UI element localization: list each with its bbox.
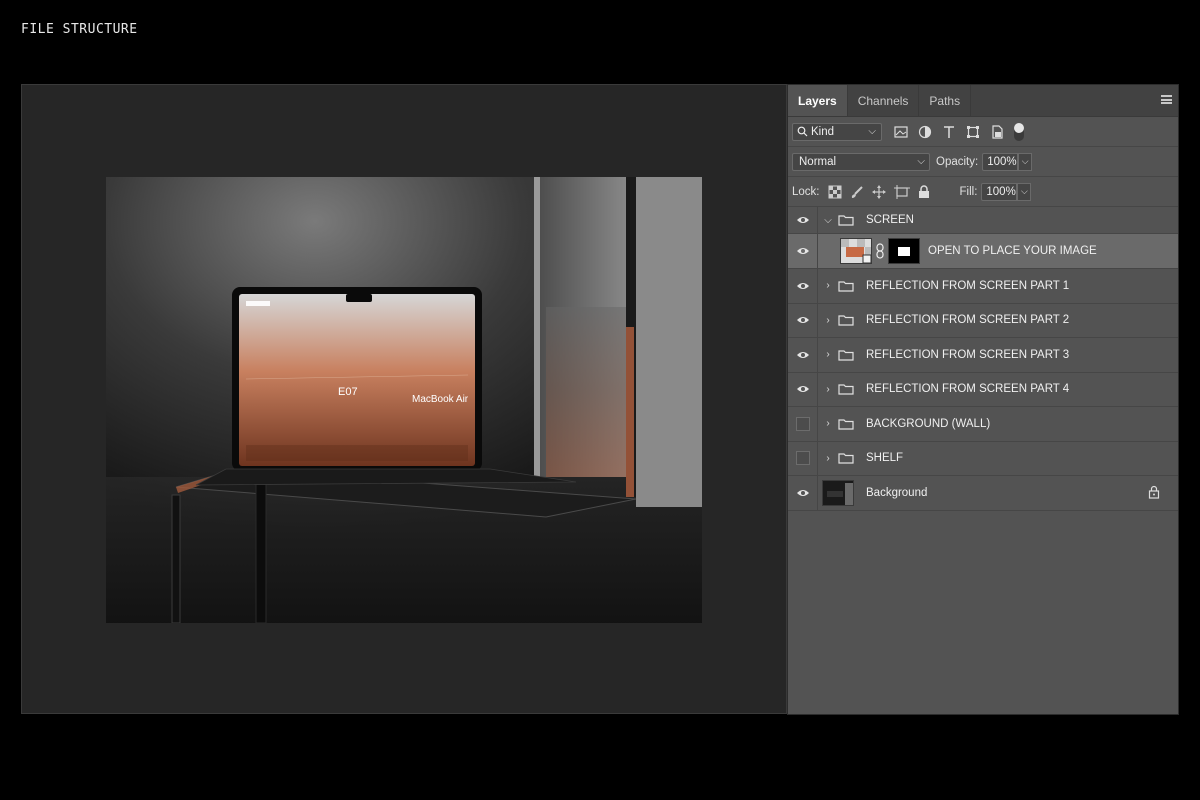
screen-product-text: MacBook Air <box>412 394 469 405</box>
screen-model-text: E07 <box>338 386 358 398</box>
visibility-toggle[interactable] <box>788 269 818 303</box>
folder-icon <box>838 215 854 226</box>
layer-name: SCREEN <box>866 214 914 226</box>
eye-icon <box>796 351 809 358</box>
layer-shelf[interactable]: › SHELF <box>788 441 1178 476</box>
tab-channels[interactable]: Channels <box>848 85 920 116</box>
layer-name: SHELF <box>866 452 904 465</box>
adjustment-filter-icon[interactable] <box>916 123 934 141</box>
page-label: FILE STRUCTURE <box>21 22 138 37</box>
layer-name: REFLECTION FROM SCREEN PART 3 <box>866 348 1070 361</box>
layer-name: OPEN TO PLACE YOUR IMAGE <box>928 245 1097 257</box>
visibility-toggle[interactable] <box>788 441 818 475</box>
artboard-icon[interactable] <box>893 184 910 199</box>
chevron-right-icon[interactable]: › <box>822 280 834 291</box>
visibility-toggle[interactable] <box>788 407 818 441</box>
visibility-toggle[interactable] <box>788 234 818 268</box>
search-icon <box>797 126 808 137</box>
hidden-visibility-box <box>795 451 810 466</box>
visibility-toggle[interactable] <box>788 303 818 337</box>
layer-mask-thumbnail[interactable] <box>888 238 920 264</box>
chevron-right-icon[interactable]: › <box>822 384 834 395</box>
opacity-input[interactable]: 100% <box>982 152 1019 171</box>
eye-icon <box>796 217 809 223</box>
lock-transparent-pixels-icon[interactable] <box>828 185 842 199</box>
layer-name: Background <box>866 486 928 499</box>
layer-screen-group[interactable]: ⌵ SCREEN <box>788 207 1178 234</box>
folder-icon <box>838 350 854 361</box>
smart-object-filter-icon[interactable] <box>988 123 1006 141</box>
chevron-right-icon[interactable]: › <box>822 349 834 360</box>
tab-paths[interactable]: Paths <box>919 85 972 116</box>
layer-reflection-part-1[interactable]: › REFLECTION FROM SCREEN PART 1 <box>788 269 1178 304</box>
visibility-toggle[interactable] <box>788 476 818 510</box>
tab-layers[interactable]: Layers <box>788 85 848 116</box>
fill-input[interactable]: 100% <box>981 182 1018 201</box>
mockup-scene: E07 MacBook Air <box>106 177 702 623</box>
layer-name: REFLECTION FROM SCREEN PART 4 <box>866 383 1070 396</box>
blend-mode-select[interactable]: Normal ⌵ <box>792 152 930 171</box>
layer-reflection-part-4[interactable]: › REFLECTION FROM SCREEN PART 4 <box>788 372 1178 407</box>
eye-icon <box>796 248 809 254</box>
layer-thumbnail <box>840 238 872 264</box>
eye-icon <box>796 489 809 496</box>
panel-tabbar: Layers Channels Paths <box>788 85 1178 117</box>
visibility-toggle[interactable] <box>788 207 818 233</box>
layers-panel: Layers Channels Paths Kind ⌵ Normal ⌵ Op… <box>787 84 1179 715</box>
blend-row: Normal ⌵ Opacity: 100% ⌵ <box>788 147 1178 177</box>
filter-toggle[interactable] <box>1014 122 1024 141</box>
chevron-right-icon[interactable]: › <box>822 453 834 464</box>
shape-filter-icon[interactable] <box>964 123 982 141</box>
visibility-toggle[interactable] <box>788 372 818 406</box>
kind-filter-select[interactable]: Kind ⌵ <box>792 122 882 141</box>
layer-background-wall[interactable]: › BACKGROUND (WALL) <box>788 407 1178 442</box>
laptop-screen <box>239 294 475 466</box>
opacity-dropdown-button[interactable]: ⌵ <box>1018 152 1033 171</box>
layers-list: ⌵ SCREEN OPEN TO PLACE YOUR IMAGE › REFL… <box>788 207 1178 511</box>
fill-label: Fill: <box>959 185 978 198</box>
layer-name: REFLECTION FROM SCREEN PART 2 <box>866 314 1070 327</box>
layer-name: REFLECTION FROM SCREEN PART 1 <box>866 279 1070 292</box>
lock-all-icon[interactable] <box>918 184 930 199</box>
eye-icon <box>796 386 809 393</box>
lock-label: Lock: <box>792 185 820 198</box>
folder-icon <box>838 384 854 395</box>
filter-row: Kind ⌵ <box>788 117 1178 147</box>
move-icon[interactable] <box>871 184 886 199</box>
layer-reflection-part-2[interactable]: › REFLECTION FROM SCREEN PART 2 <box>788 303 1178 338</box>
chevron-down-icon: ⌵ <box>868 125 876 137</box>
opacity-label: Opacity: <box>936 155 979 168</box>
chevron-down-icon[interactable]: ⌵ <box>822 215 834 226</box>
hidden-visibility-box <box>795 416 810 431</box>
panel-menu-icon[interactable] <box>1161 95 1172 104</box>
kind-filter-label: Kind <box>811 125 835 138</box>
chevron-down-icon: ⌵ <box>917 155 925 167</box>
chevron-right-icon[interactable]: › <box>822 315 834 326</box>
folder-icon <box>838 281 854 292</box>
blend-mode-value: Normal <box>799 155 837 168</box>
lock-icon[interactable] <box>1148 485 1160 499</box>
eye-icon <box>796 317 809 324</box>
type-filter-icon[interactable] <box>940 123 958 141</box>
visibility-toggle[interactable] <box>788 338 818 372</box>
layer-name: BACKGROUND (WALL) <box>866 417 991 430</box>
layer-background[interactable]: Background <box>788 476 1178 511</box>
link-icon[interactable] <box>875 243 885 259</box>
layer-reflection-part-3[interactable]: › REFLECTION FROM SCREEN PART 3 <box>788 338 1178 373</box>
eye-icon <box>796 282 809 289</box>
mockup-artwork: E07 MacBook Air <box>106 177 702 623</box>
lock-row: Lock: Fill: 100% ⌵ <box>788 177 1178 207</box>
document-canvas[interactable]: E07 MacBook Air <box>21 84 787 714</box>
folder-icon <box>838 315 854 326</box>
image-filter-icon[interactable] <box>892 123 910 141</box>
chevron-right-icon[interactable]: › <box>822 418 834 429</box>
folder-icon <box>838 419 854 430</box>
fill-dropdown-button[interactable]: ⌵ <box>1017 182 1032 201</box>
layer-thumbnail <box>822 479 854 506</box>
layer-smart-object[interactable]: OPEN TO PLACE YOUR IMAGE <box>788 234 1178 269</box>
folder-icon <box>838 453 854 464</box>
brush-icon[interactable] <box>850 185 864 199</box>
